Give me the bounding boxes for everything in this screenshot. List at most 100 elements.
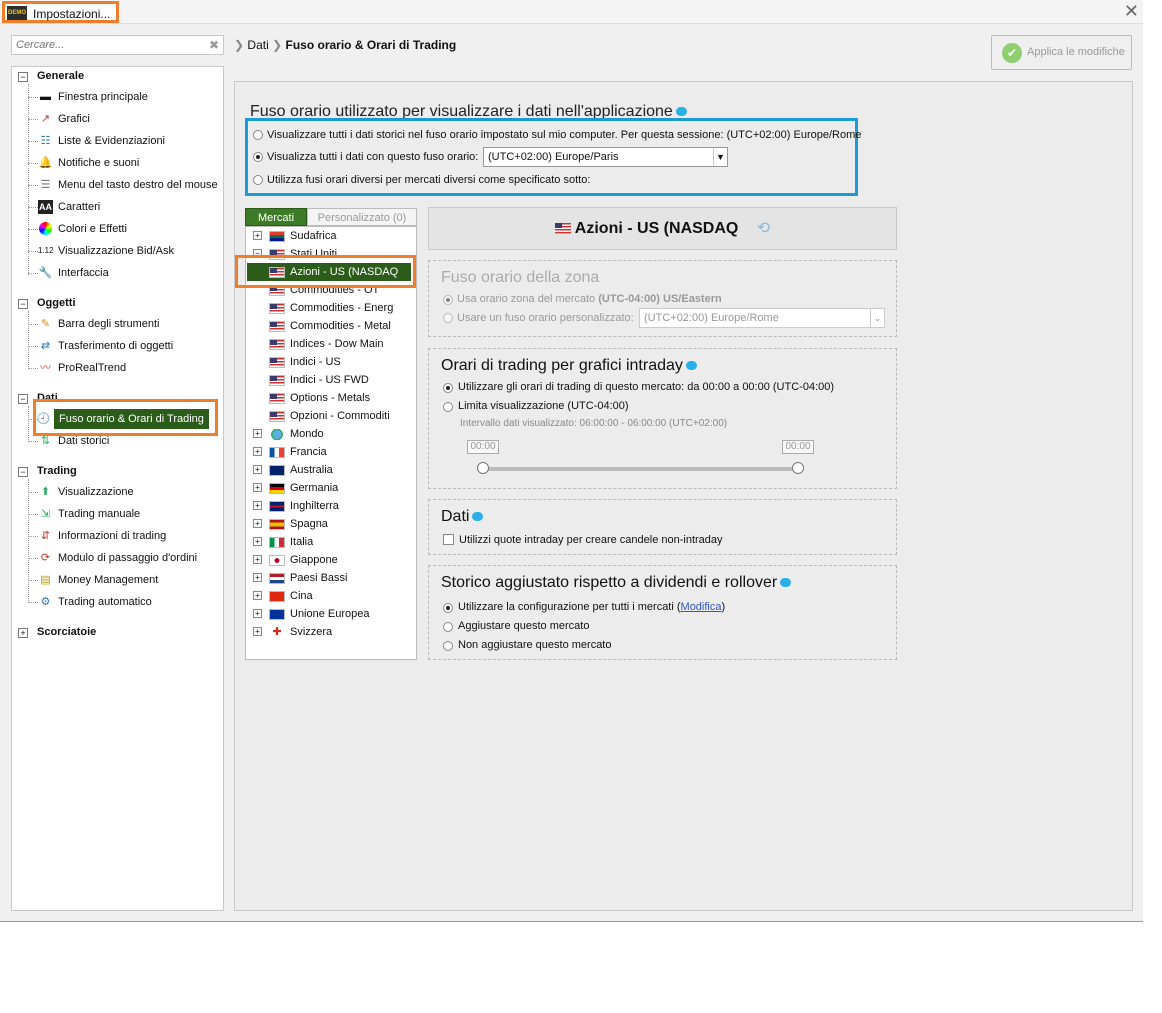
zone-custom-radio[interactable]: [443, 313, 453, 323]
item-label: Notifiche e suoni: [58, 157, 140, 169]
storico-no-adjust-radio[interactable]: [443, 641, 453, 651]
storico-box-title: Storico aggiustato rispetto a dividendi …: [441, 574, 792, 592]
intraday-quotes-checkbox[interactable]: [443, 534, 454, 545]
zone-market-radio[interactable]: [443, 295, 453, 305]
time-slider-track[interactable]: [483, 467, 799, 471]
modifica-link[interactable]: Modifica: [681, 601, 722, 613]
expand-icon: +: [253, 465, 262, 474]
item-label: Modulo di passaggio d'ordini: [58, 552, 198, 564]
item-label: Informazioni di trading: [58, 530, 167, 542]
expand-icon[interactable]: +: [18, 628, 28, 638]
apply-label: Applica le modifiche: [1027, 46, 1125, 58]
title-bar: DEMO Impostazioni... ✕: [0, 0, 1143, 24]
trading-hours-market-radio[interactable]: [443, 383, 453, 393]
flag-cn-icon: [269, 591, 285, 602]
refresh-icon[interactable]: ⟲: [757, 220, 770, 237]
zone-custom-select[interactable]: (UTC+02:00) Europe/Rome ⌄: [639, 308, 885, 328]
collapse-icon[interactable]: −: [18, 394, 28, 404]
expand-icon: +: [253, 609, 262, 618]
window-icon: ▬: [40, 91, 51, 103]
slider-start-handle[interactable]: [477, 462, 489, 474]
tab-mercati[interactable]: Mercati: [245, 208, 307, 226]
expand-icon: +: [253, 429, 262, 438]
expand-icon: +: [253, 573, 262, 582]
chevron-down-icon: ▼: [713, 148, 727, 166]
trading-hours-limit-radio[interactable]: [443, 402, 453, 412]
tz-option-fixed-radio[interactable]: [253, 152, 263, 162]
trading-hours-title: Orari di trading per grafici intraday: [441, 357, 697, 375]
trading-hours-market-label: Utilizzare gli orari di trading di quest…: [458, 381, 835, 393]
clear-search-icon[interactable]: ✖: [209, 38, 219, 52]
tz-option-computer-radio[interactable]: [253, 130, 263, 140]
chevron-down-icon: ⌄: [870, 309, 884, 327]
storico-adjust-label: Aggiustare questo mercato: [458, 620, 590, 632]
timezone-select[interactable]: (UTC+02:00) Europe/Paris ▼: [483, 147, 728, 167]
breadcrumb-parent[interactable]: Dati: [247, 38, 268, 52]
item-label: Trasferimento di oggetti: [58, 340, 174, 352]
zone-custom-label: Usare un fuso orario personalizzato:: [457, 312, 634, 324]
storico-adjust-radio[interactable]: [443, 622, 453, 632]
tree-line: [28, 479, 29, 603]
help-bubble-icon[interactable]: [780, 578, 792, 588]
section-label: Trading: [37, 465, 77, 477]
expand-icon: +: [253, 447, 262, 456]
breadcrumb-sep-icon: ❯: [272, 38, 283, 52]
highlight-tree-selection: [235, 255, 416, 288]
expand-icon: +: [253, 501, 262, 510]
context-menu-icon: ☰: [40, 179, 51, 191]
expand-icon: +: [253, 231, 262, 240]
storico-all-markets-label: Utilizzare la configurazione per tutti i…: [458, 601, 726, 613]
trading-hours-box: Orari di trading per grafici intraday Ut…: [428, 348, 897, 489]
storico-all-markets-radio[interactable]: [443, 603, 453, 613]
pencil-icon: ✎: [40, 318, 51, 330]
market-tree: + Sudafrica − Stati Uniti Azioni - US (NAS…: [245, 226, 417, 660]
check-icon: ✔: [1002, 43, 1022, 63]
help-bubble-icon[interactable]: [472, 512, 484, 522]
item-label: Visualizzazione: [58, 486, 134, 498]
window-tab[interactable]: DEMO Impostazioni...: [2, 1, 120, 23]
highlight-sidebar-selection: [33, 399, 218, 436]
search-input[interactable]: [12, 36, 197, 54]
item-label: Finestra principale: [58, 91, 148, 103]
collapse-icon[interactable]: −: [18, 72, 28, 82]
breadcrumb-sep-icon: ❯: [234, 38, 245, 52]
help-bubble-icon[interactable]: [675, 107, 687, 117]
color-wheel-icon: [38, 222, 53, 236]
flag-us-icon: [269, 375, 285, 386]
breadcrumb-current: Fuso orario & Orari di Trading: [285, 38, 457, 52]
item-label: Money Management: [58, 574, 159, 586]
section-label: Oggetti: [37, 297, 76, 309]
flag-za-icon: [269, 231, 285, 242]
dati-box: Dati Utilizzi quote intraday per creare …: [428, 499, 897, 555]
wrench-icon: 🔧: [38, 267, 53, 279]
globe-icon: [269, 429, 285, 440]
apply-changes-button[interactable]: ✔ Applica le modifiche: [991, 35, 1132, 70]
flag-it-icon: [269, 537, 285, 548]
list-icon: ☷: [40, 135, 51, 147]
item-label: Barra degli strumenti: [58, 318, 160, 330]
zone-box-title: Fuso orario della zona: [441, 269, 600, 286]
collapse-icon[interactable]: −: [18, 299, 28, 309]
slider-end-handle[interactable]: [792, 462, 804, 474]
tree-line: [28, 311, 29, 369]
view-icon: ⬆: [40, 486, 51, 498]
settings-sidebar: − Generale ▬ Finestra principale ↗ Grafici…: [11, 66, 224, 911]
interval-text: Intervallo dati visualizzato: 06:00:00 -…: [460, 418, 728, 429]
chart-icon: ↗: [40, 113, 51, 125]
settings-window: DEMO Impostazioni... ✕ ✖ − Generale ▬ Fin…: [0, 0, 1143, 922]
storico-box: Storico aggiustato rispetto a dividendi …: [428, 565, 897, 660]
flag-us-icon: [269, 393, 285, 404]
expand-icon: +: [253, 483, 262, 492]
flag-us-icon: [269, 411, 285, 422]
item-label: Menu del tasto destro del mouse: [58, 179, 218, 191]
collapse-icon[interactable]: −: [18, 467, 28, 477]
help-bubble-icon[interactable]: [685, 361, 697, 371]
tab-personalizzato[interactable]: Personalizzato (0): [307, 208, 417, 226]
item-label: ProRealTrend: [58, 362, 127, 374]
tz-option-per-market-radio[interactable]: [253, 175, 263, 185]
item-label: Trading manuale: [58, 508, 141, 520]
tz-option-per-market-label: Utilizza fusi orari diversi per mercati …: [267, 174, 591, 186]
close-icon[interactable]: ✕: [1124, 1, 1139, 22]
expand-icon: +: [253, 555, 262, 564]
flag-us-icon: [269, 321, 285, 332]
